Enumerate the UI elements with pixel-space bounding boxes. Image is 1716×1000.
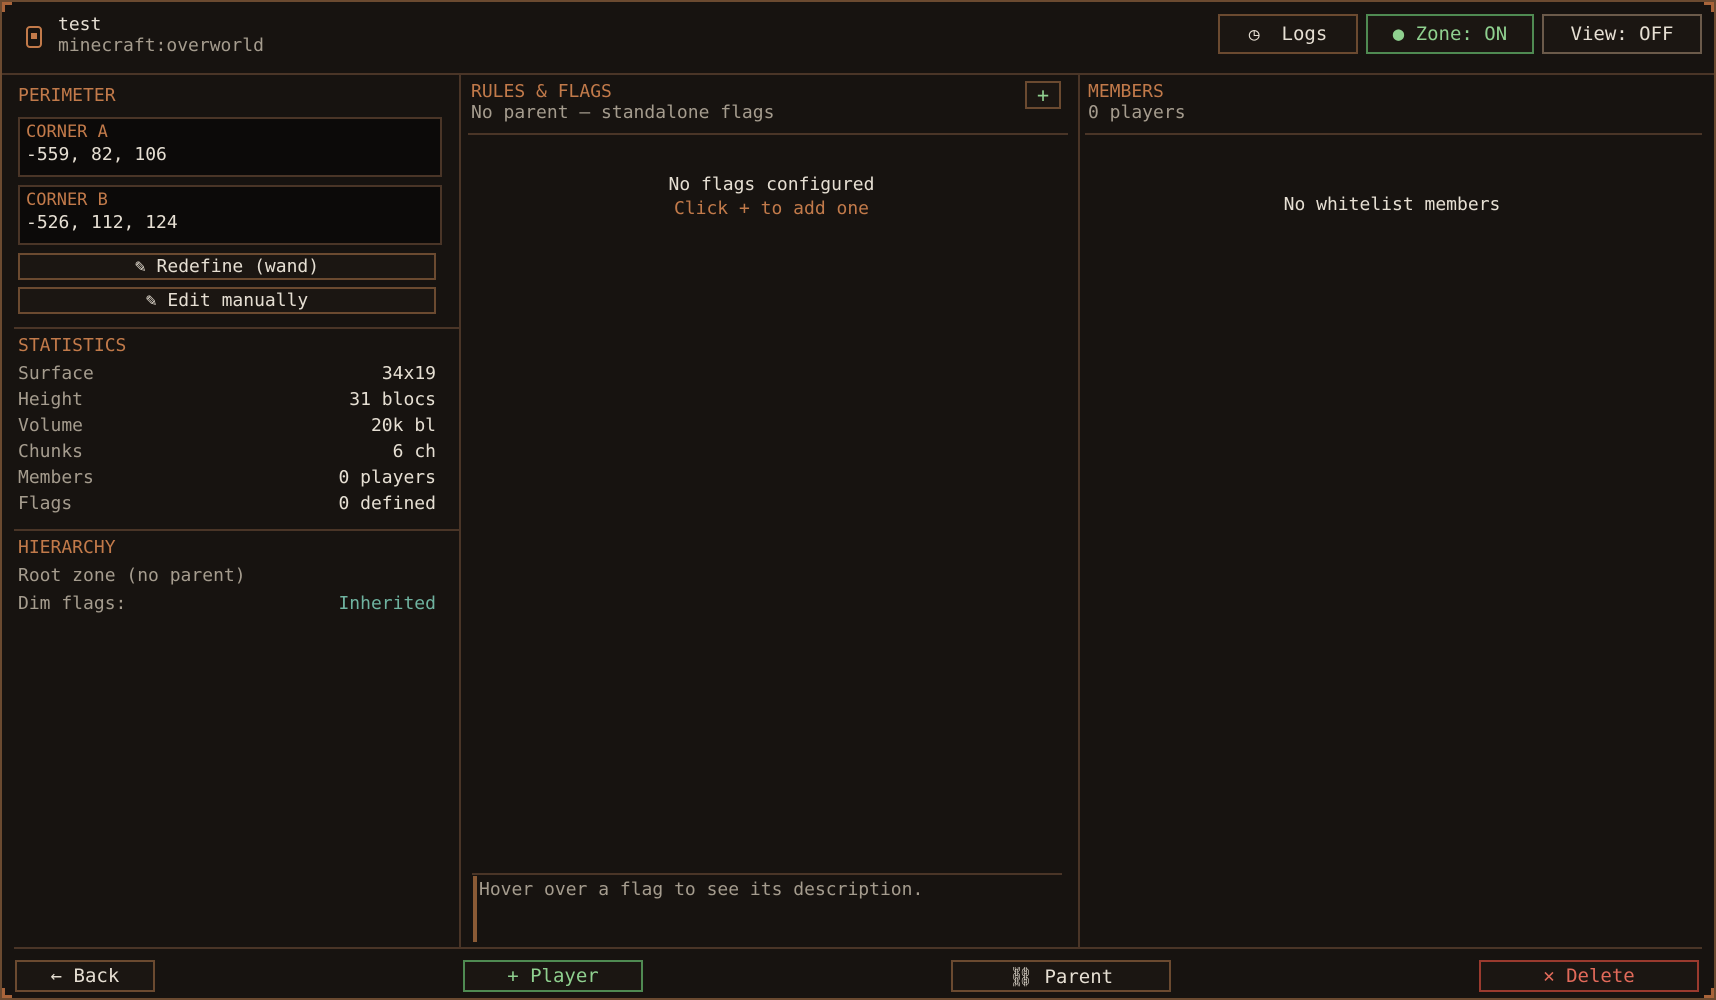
corner-a-label: CORNER A [26,122,108,142]
stat-row-members: Members 0 players [18,467,436,491]
delete-button[interactable]: ✕ Delete [1479,960,1699,992]
frame-corner [2,988,12,998]
corner-b-box: CORNER B -526, 112, 124 [18,185,442,245]
stat-row-height: Height 31 blocs [18,389,436,413]
corner-a-box: CORNER A -559, 82, 106 [18,117,442,177]
divider [14,529,461,531]
clock-icon: ◷ [1248,23,1260,45]
stat-value: 0 players [338,467,436,488]
stat-row-surface: Surface 34x19 [18,363,436,387]
stat-key: Surface [18,363,94,384]
stat-value: 6 ch [392,441,436,462]
no-flags-text: No flags configured [668,174,875,195]
stat-row-flags: Flags 0 defined [18,493,436,517]
divider [468,133,1068,135]
corner-b-value: -526, 112, 124 [26,212,178,233]
members-title: MEMBERS [1088,81,1164,102]
rules-title: RULES & FLAGS [471,81,612,102]
perimeter-title: PERIMETER [18,85,116,106]
no-members-text: No whitelist members [1283,194,1501,215]
stat-key: Volume [18,415,84,436]
redefine-wand-button[interactable]: ✎ Redefine (wand) [18,253,436,280]
divider [14,327,461,329]
add-player-button[interactable]: + Player [463,960,643,992]
zone-toggle-button[interactable]: ● Zone: ON [1366,14,1534,54]
description-accent-bar [473,876,477,942]
stat-row-chunks: Chunks 6 ch [18,441,436,465]
corner-a-value: -559, 82, 106 [26,144,167,165]
stat-value: 34x19 [381,363,436,384]
rules-flags-panel: RULES & FLAGS No parent — standalone fla… [463,75,1080,948]
parent-button[interactable]: ⛓ Parent [951,960,1171,992]
view-toggle-button[interactable]: View: OFF [1542,14,1702,54]
frame-corner [1704,988,1714,998]
divider [1085,133,1702,135]
stat-key: Flags [18,493,73,514]
hierarchy-title: HIERARCHY [18,537,116,558]
header-bar: test minecraft:overworld ◷ Logs ● Zone: … [2,2,1714,75]
rules-subtitle: No parent — standalone flags [471,102,775,123]
left-panel: PERIMETER CORNER A -559, 82, 106 CORNER … [14,75,461,948]
edit-manually-button[interactable]: ✎ Edit manually [18,287,436,314]
dim-flags-row: Dim flags: Inherited [18,593,436,617]
zone-badge-icon [24,24,46,52]
zone-dimension: minecraft:overworld [58,35,264,56]
dim-flags-value: Inherited [338,593,436,614]
logs-button[interactable]: ◷ Logs [1218,14,1358,54]
stat-key: Height [18,389,84,410]
stat-value: 20k bl [370,415,436,436]
members-count: 0 players [1088,102,1186,123]
add-flag-button[interactable]: + [1025,81,1061,109]
statistics-title: STATISTICS [18,335,127,356]
add-flag-hint: Click + to add one [673,198,870,219]
zone-name: test [58,14,102,35]
back-button[interactable]: ← Back [15,960,155,992]
stat-value: 31 blocs [349,389,436,410]
root-zone-text: Root zone (no parent) [18,565,246,586]
stat-key: Chunks [18,441,84,462]
logs-label: Logs [1281,23,1328,45]
flag-description-text: Hover over a flag to see its description… [479,879,924,900]
stat-key: Members [18,467,94,488]
zone-editor-window: test minecraft:overworld ◷ Logs ● Zone: … [0,0,1716,1000]
stat-value: 0 defined [338,493,436,514]
members-panel: MEMBERS 0 players No whitelist members [1082,75,1702,948]
footer-divider [14,947,1702,949]
dim-flags-label: Dim flags: [18,593,127,614]
corner-b-label: CORNER B [26,190,108,210]
stat-row-volume: Volume 20k bl [18,415,436,439]
